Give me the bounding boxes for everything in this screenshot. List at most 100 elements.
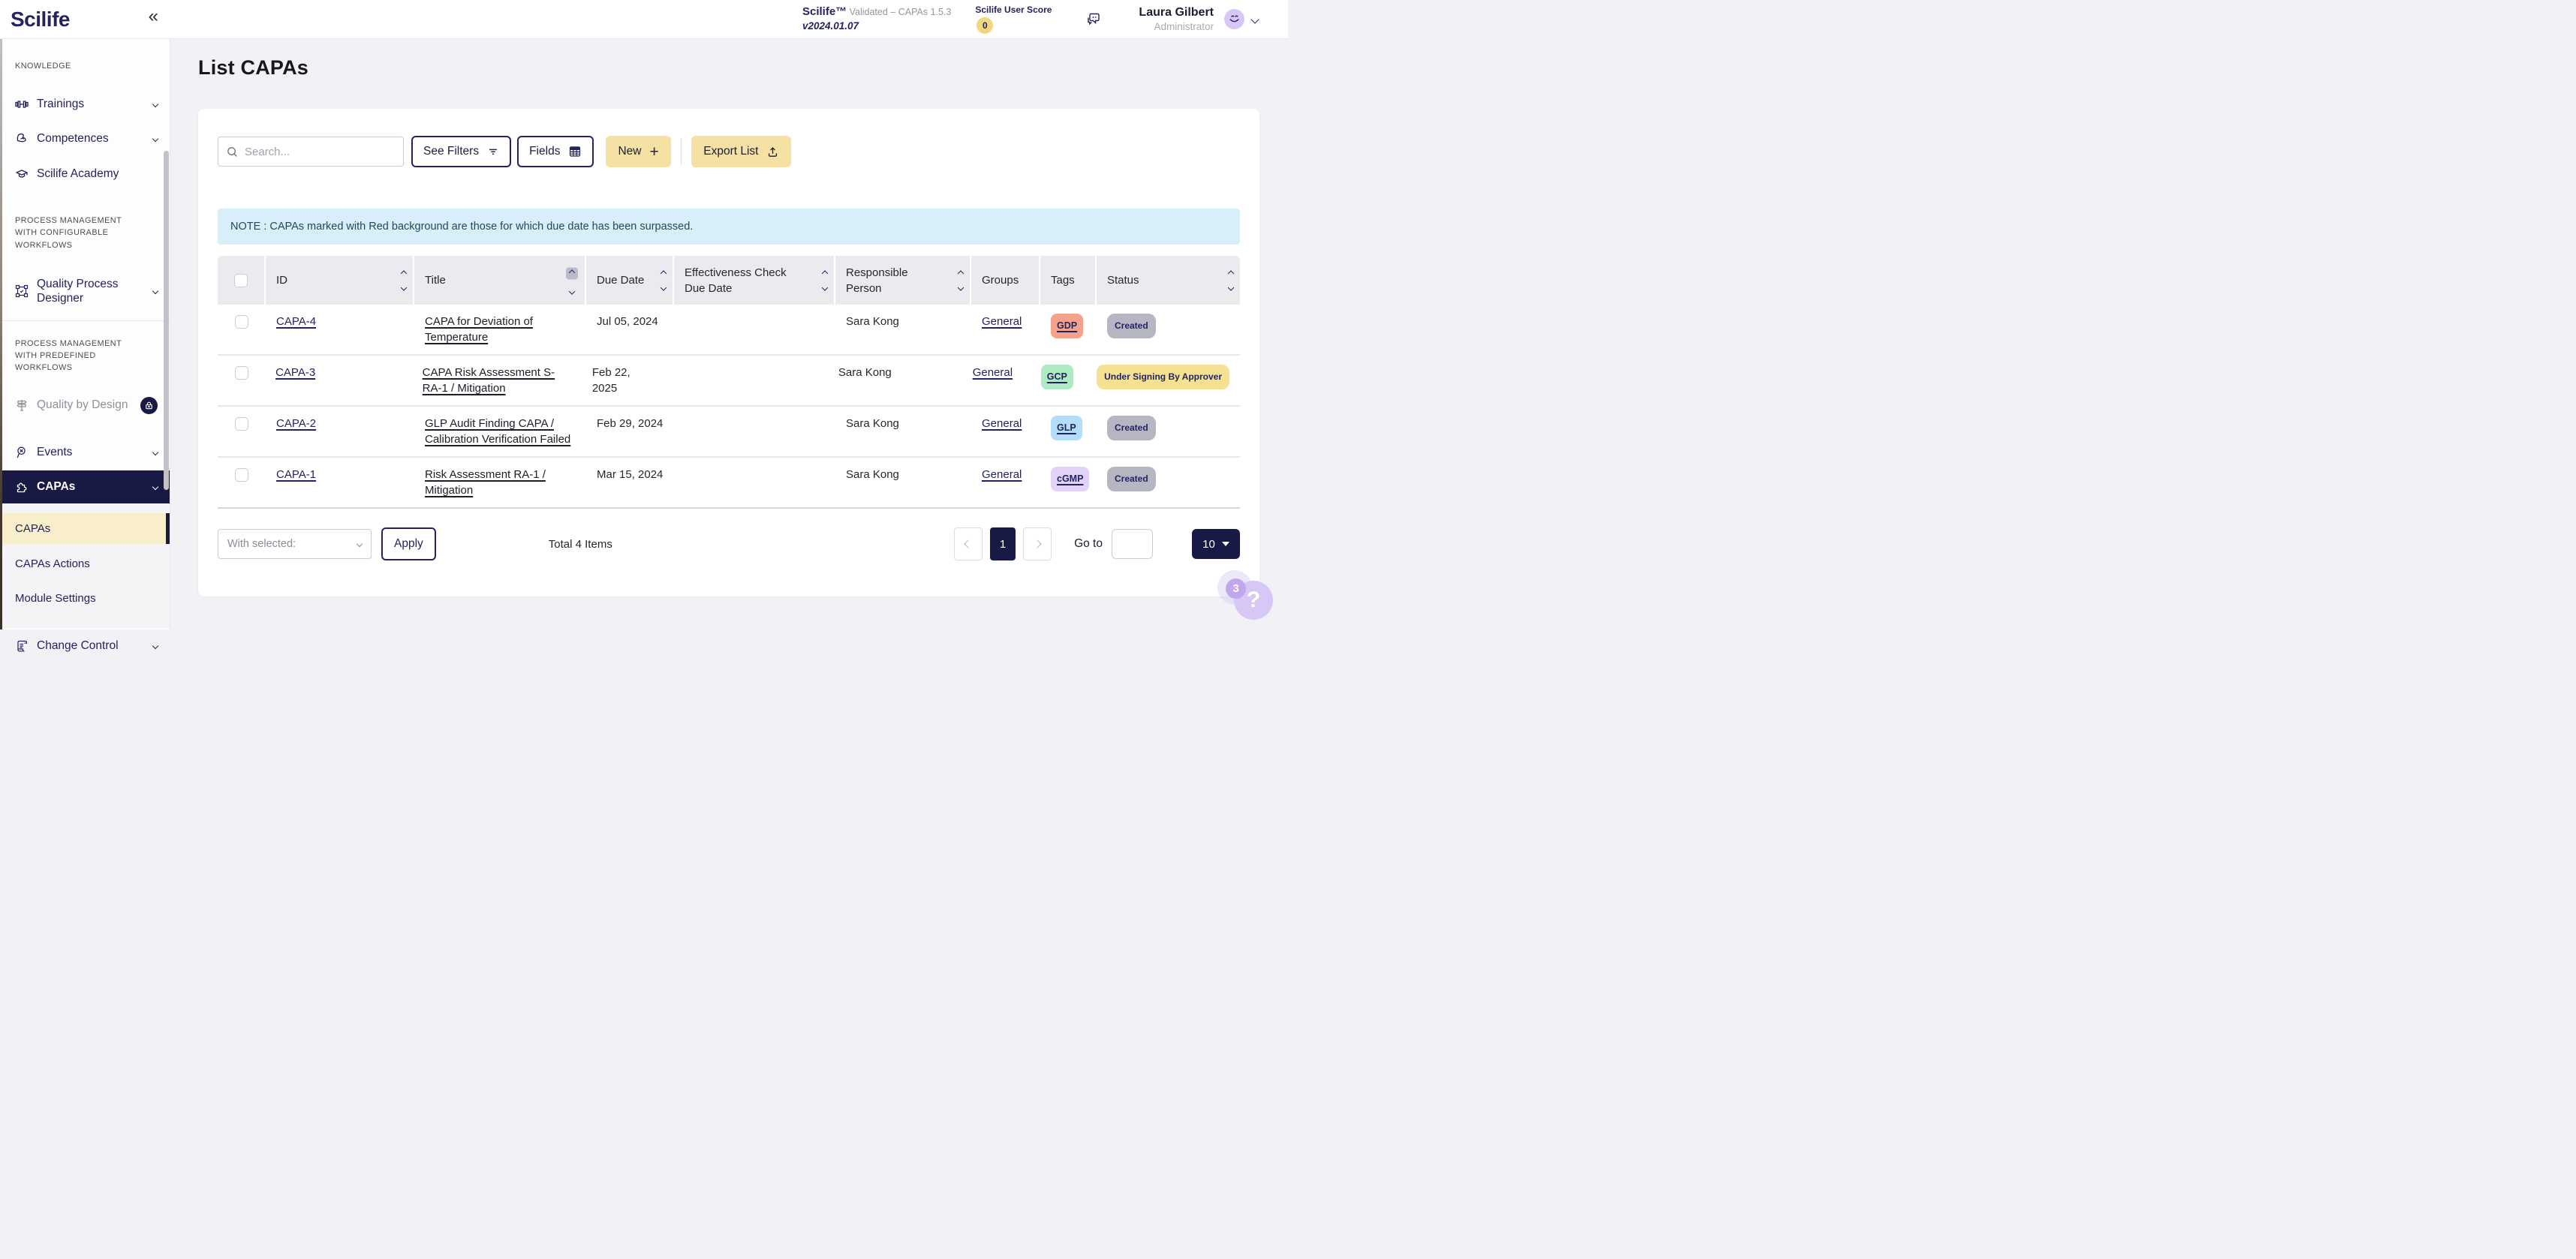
chevron-down-icon [152,484,159,491]
group-link[interactable]: General [982,468,1022,481]
sort-control-id[interactable] [400,269,408,291]
sidebar-item-change-control[interactable]: Change Control [0,635,170,657]
search-icon [226,146,239,158]
header-cell-title: Title [414,256,586,305]
capas-list-card: See Filters Fields New + Ex [198,109,1259,596]
sidebar-item-scilife-academy[interactable]: Scilife Academy [0,163,170,185]
row-checkbox[interactable] [235,468,248,482]
sort-control-effectiveness[interactable] [821,269,829,291]
go-to-label: Go to [1074,537,1103,550]
brand-zone: Scilife « [0,0,170,38]
plus-icon: + [649,143,659,161]
capa-title-link[interactable]: CAPA Risk Assessment S-RA-1 / Mitigation [423,366,555,395]
tag-pill: cGMP [1051,467,1090,491]
go-to-page-input[interactable] [1112,529,1153,559]
sort-control-due-date[interactable] [660,269,667,291]
prev-page-button[interactable] [954,527,983,560]
sidebar-item-events[interactable]: Events [0,441,170,464]
help-notification-badge[interactable]: 3 [1226,578,1246,599]
capa-id-link[interactable]: CAPA-4 [276,315,316,328]
version-block: Scilife™ Validated – CAPAs 1.5.3 v2024.0… [802,5,951,33]
dumbbell-icon [15,98,29,111]
capa-id-link[interactable]: CAPA-3 [275,366,315,379]
sort-desc-icon [400,284,408,291]
capa-title-link[interactable]: Risk Assessment RA-1 / Mitigation [425,468,546,497]
validated-text: Scilife™ Validated – CAPAs 1.5.3 [802,5,952,19]
responsible-person: Sara Kong [838,366,892,379]
chevron-down-icon [356,540,363,548]
submenu-item-capas[interactable]: CAPAs [0,513,170,545]
sidebar-scrollbar[interactable] [164,151,169,490]
screen-edge-artifact [0,39,2,630]
capas-submenu: CAPAs CAPAs Actions Module Settings [0,503,170,629]
scilife-logo: Scilife [11,7,70,31]
group-link[interactable]: General [973,366,1013,379]
tag-link[interactable]: cGMP [1057,473,1083,484]
sort-desc-icon [957,284,964,291]
fields-button[interactable]: Fields [517,136,594,167]
apply-button[interactable]: Apply [381,527,436,560]
sort-control-title[interactable] [566,267,578,295]
with-selected-dropdown[interactable]: With selected: [218,529,372,559]
graduation-cap-icon [15,167,29,181]
sidebar-item-quality-process-designer[interactable]: Quality Process Designer [0,275,170,308]
feedback-chat-icon[interactable] [1085,11,1103,29]
submenu-item-module-settings[interactable]: Module Settings [0,583,170,613]
page-size-dropdown[interactable]: 10 [1192,529,1240,559]
sort-asc-icon [660,269,667,277]
sidebar-item-trainings[interactable]: Trainings [0,93,170,116]
sidebar-item-quality-by-design[interactable]: Quality by Design [0,394,170,416]
table-row: CAPA-3 CAPA Risk Assessment S-RA-1 / Mit… [218,356,1240,407]
flex-arm-icon [15,132,29,146]
collapse-sidebar-icon[interactable]: « [149,8,158,26]
search-input[interactable] [245,145,396,158]
tag-link[interactable]: GLP [1057,422,1076,433]
table-row: CAPA-2 GLP Audit Finding CAPA / Calibrat… [218,407,1240,458]
row-checkbox[interactable] [234,366,248,380]
capa-title-link[interactable]: CAPA for Deviation of Temperature [425,315,533,344]
next-page-button[interactable] [1023,527,1052,560]
group-link[interactable]: General [982,417,1022,430]
row-checkbox[interactable] [235,315,248,329]
user-block: Laura Gilbert Administrator [1139,5,1214,33]
select-all-checkbox[interactable] [234,273,248,287]
current-page[interactable]: 1 [990,527,1016,560]
scroll-icon [15,639,29,653]
export-list-button[interactable]: Export List [691,136,792,167]
tag-link[interactable]: GDP [1057,320,1077,331]
user-avatar[interactable] [1224,9,1244,29]
due-date: Jul 05, 2024 [597,315,658,328]
see-filters-button[interactable]: See Filters [411,136,512,167]
table-grid-icon [568,145,582,158]
sort-control-responsible[interactable] [957,269,964,291]
capa-id-link[interactable]: CAPA-2 [276,417,316,430]
sidebar-item-competences[interactable]: Competences [0,128,170,150]
responsible-person: Sara Kong [846,315,899,328]
new-button[interactable]: New + [606,136,671,167]
group-link[interactable]: General [982,315,1022,328]
filter-icon [487,146,499,158]
responsible-person: Sara Kong [846,417,899,430]
tag-link[interactable]: GCP [1047,371,1067,382]
sort-asc-icon [568,269,576,276]
sort-control-status[interactable] [1227,269,1235,291]
magnifier-x-icon [15,446,29,459]
list-toolbar: See Filters Fields New + Ex [198,109,1259,167]
user-score-badge[interactable]: 0 [977,17,994,34]
sidebar-item-capas[interactable]: CAPAs [0,470,170,504]
user-menu-chevron-icon[interactable] [1250,14,1259,24]
workflow-icon [15,284,29,298]
user-score-label: Scilife User Score [975,5,1052,15]
active-sort-indicator [566,267,578,279]
capa-title-link[interactable]: GLP Audit Finding CAPA / Calibration Ver… [425,417,570,446]
search-box [218,137,404,167]
header-cell-status: Status [1097,256,1240,305]
row-checkbox[interactable] [235,417,248,431]
status-badge: Created [1107,314,1156,338]
capa-id-link[interactable]: CAPA-1 [276,468,316,481]
chevron-right-icon [1033,539,1042,548]
user-name: Laura Gilbert [1139,5,1214,19]
submenu-item-capas-actions[interactable]: CAPAs Actions [0,548,170,578]
sort-asc-icon [1227,269,1235,277]
toolbar-divider [680,138,682,165]
